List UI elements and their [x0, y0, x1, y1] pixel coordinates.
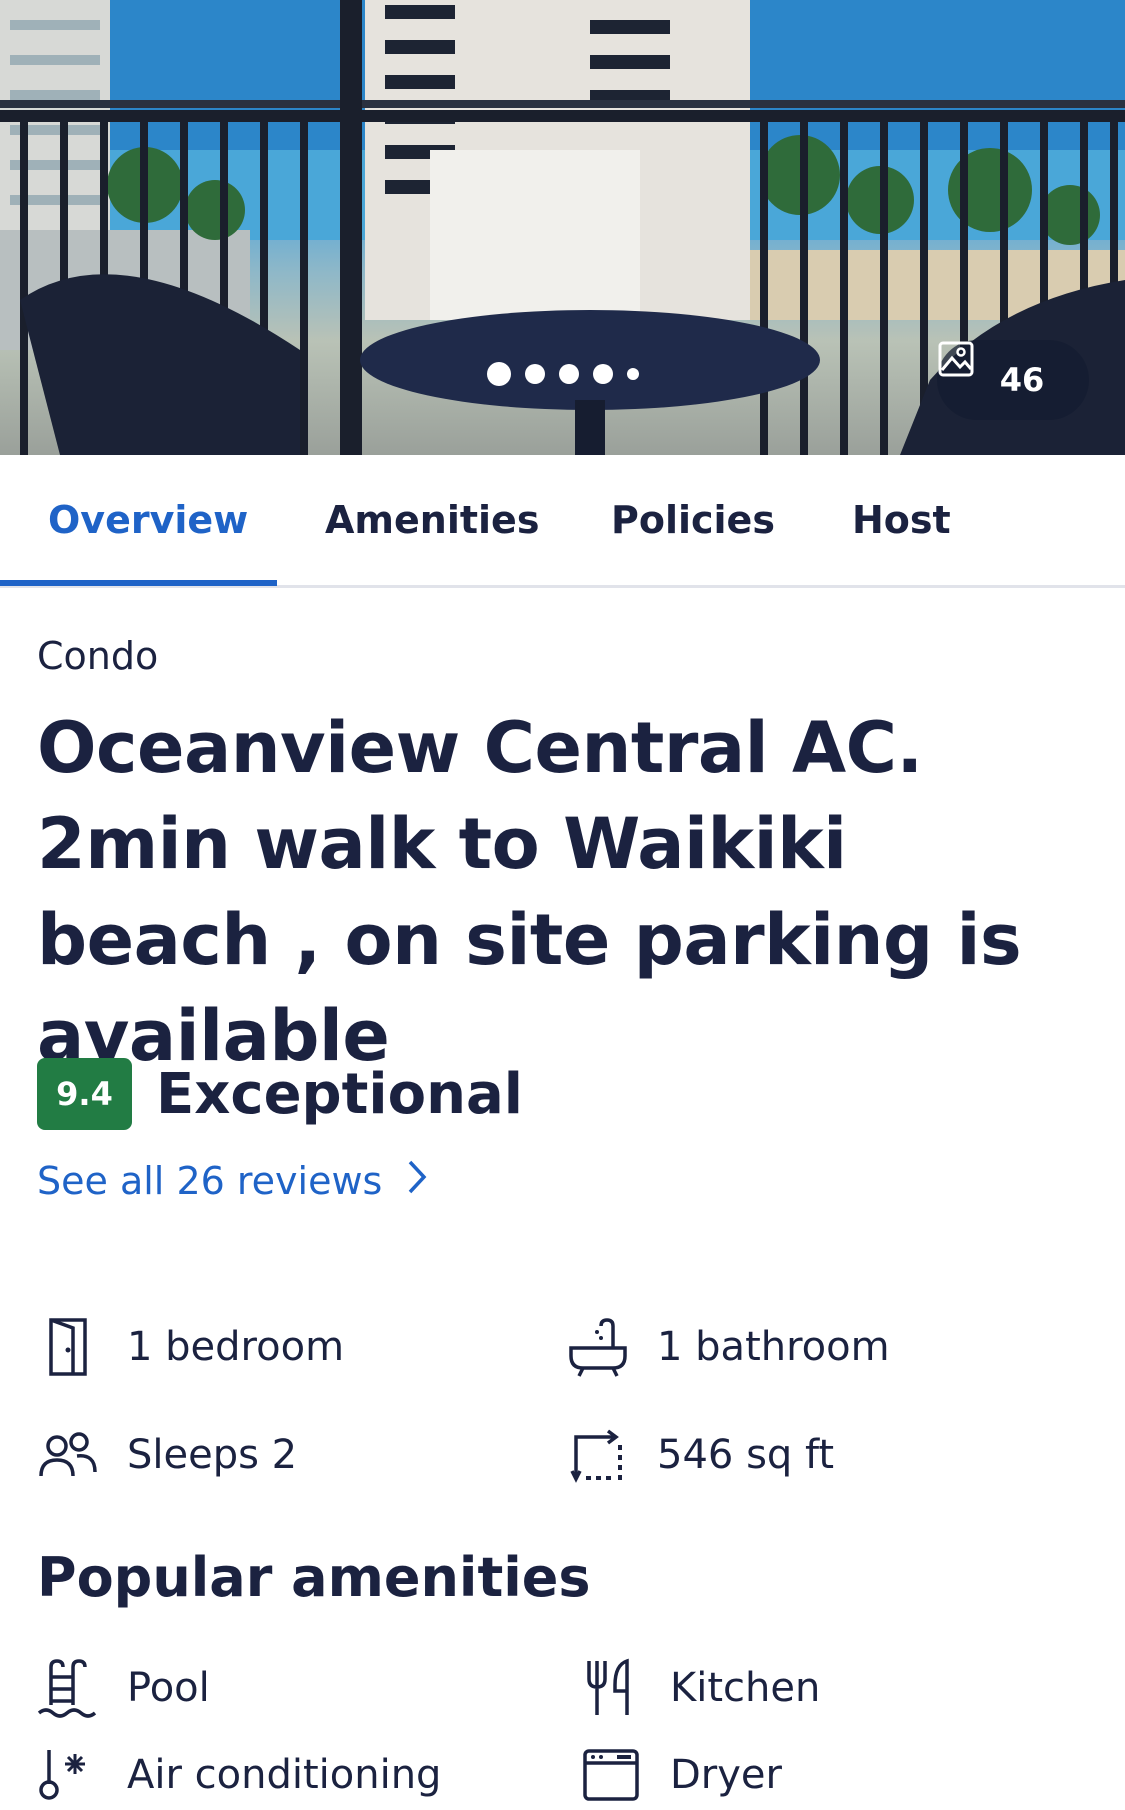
- tab-host[interactable]: Host: [852, 455, 951, 585]
- bathroom-label: 1 bathroom: [657, 1324, 890, 1370]
- door-icon: [37, 1316, 99, 1378]
- bathtub-icon: [567, 1316, 629, 1378]
- chevron-right-icon: [406, 1159, 428, 1204]
- carousel-dot[interactable]: [592, 364, 613, 384]
- people-icon: [37, 1424, 99, 1486]
- see-all-reviews-link[interactable]: See all 26 reviews: [37, 1156, 428, 1206]
- property-title: Oceanview Central AC. 2min walk to Waiki…: [37, 707, 1022, 1077]
- floor-area-icon: [567, 1424, 629, 1486]
- air-conditioning-icon: [37, 1744, 99, 1806]
- fact-sleeps: Sleeps 2: [37, 1420, 297, 1490]
- reviews-link-label: See all 26 reviews: [37, 1159, 383, 1203]
- bedroom-label: 1 bedroom: [127, 1324, 345, 1370]
- kitchen-label: Kitchen: [670, 1665, 821, 1711]
- section-tabs: Overview Amenities Policies Host: [0, 455, 1125, 588]
- dryer-label: Dryer: [670, 1752, 782, 1798]
- fact-bathroom: 1 bathroom: [567, 1312, 890, 1382]
- carousel-dot[interactable]: [486, 362, 511, 386]
- popular-amenities-title: Popular amenities: [37, 1546, 591, 1609]
- amenity-dryer: Dryer: [580, 1740, 782, 1810]
- sleeps-label: Sleeps 2: [127, 1432, 298, 1478]
- hero-photo[interactable]: 46: [0, 0, 1125, 455]
- dryer-icon: [580, 1744, 642, 1806]
- pool-icon: [37, 1657, 99, 1719]
- fact-bedroom: 1 bedroom: [37, 1312, 344, 1382]
- photo-count-label: 46: [999, 361, 1045, 399]
- area-label: 546 sq ft: [657, 1432, 835, 1478]
- tab-amenities[interactable]: Amenities: [325, 455, 539, 585]
- kitchen-icon: [580, 1657, 642, 1719]
- fact-area: 546 sq ft: [567, 1420, 834, 1490]
- tab-overview[interactable]: Overview: [48, 455, 248, 585]
- amenity-kitchen: Kitchen: [580, 1653, 820, 1723]
- active-tab-indicator: [0, 580, 277, 586]
- carousel-dot[interactable]: [558, 364, 579, 384]
- tab-policies[interactable]: Policies: [611, 455, 775, 585]
- carousel-dot[interactable]: [524, 364, 545, 384]
- amenity-pool: Pool: [37, 1653, 210, 1723]
- pool-label: Pool: [127, 1665, 210, 1711]
- rating-summary: 9.4 Exceptional: [37, 1058, 523, 1130]
- property-category: Condo: [37, 634, 159, 678]
- amenity-air-conditioning: Air conditioning: [37, 1740, 441, 1810]
- photo-gallery-button[interactable]: 46: [937, 340, 1089, 420]
- air-conditioning-label: Air conditioning: [127, 1752, 442, 1798]
- carousel-dot[interactable]: [626, 368, 639, 380]
- rating-score-badge: 9.4: [37, 1058, 132, 1130]
- rating-label: Exceptional: [156, 1061, 523, 1127]
